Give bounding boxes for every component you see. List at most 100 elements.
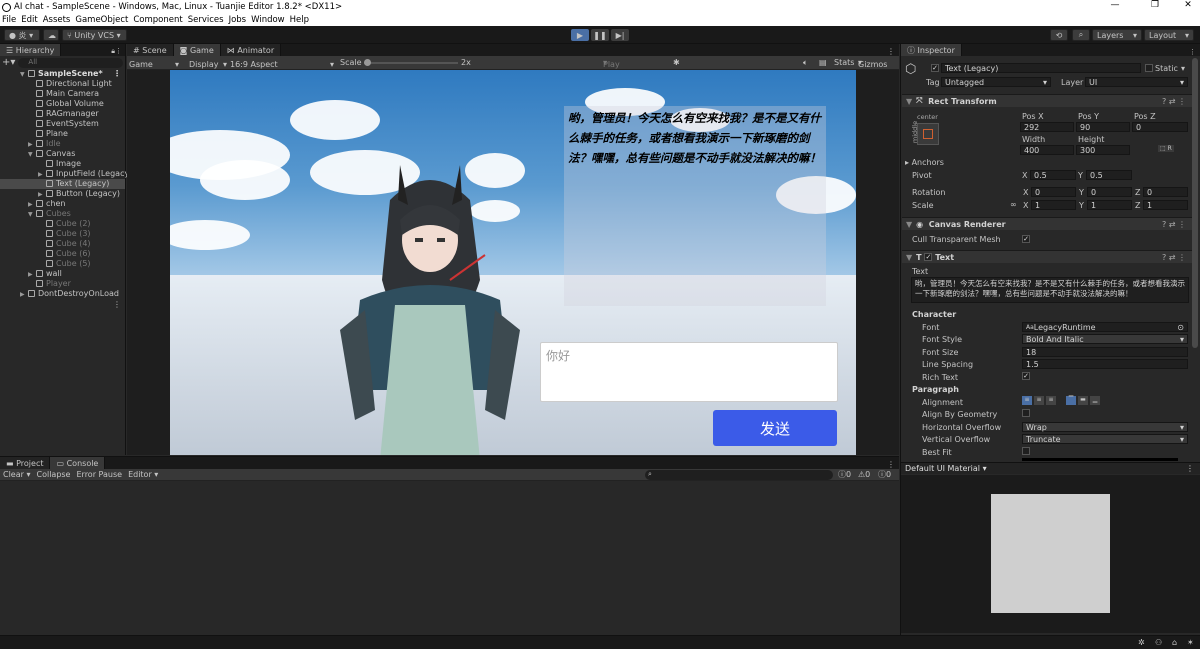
tree-item[interactable]: ▶ Idle <box>20 139 125 149</box>
tree-item[interactable]: ▶ chen <box>20 199 125 209</box>
blueprint-mode-button[interactable]: ⬚ R <box>1158 145 1174 152</box>
text-enabled-checkbox[interactable]: ✓ <box>924 253 933 261</box>
tree-item[interactable]: ▶ InputField (Legacy) <box>20 169 132 179</box>
undo-history-button[interactable]: ⟲ <box>1050 29 1068 41</box>
tab-console[interactable]: ▭ Console <box>50 457 106 469</box>
scale-slider-handle[interactable] <box>364 59 371 66</box>
canvas-renderer-header[interactable]: ▼ ◉ Canvas Renderer ? ⇄ ⋮ <box>902 217 1192 230</box>
tab-scene[interactable]: # Scene <box>127 44 174 56</box>
cloud-button[interactable]: ☁ <box>43 29 59 41</box>
tree-item-dontdestroy[interactable]: ▶ DontDestroyOnLoad ⋮ <box>0 289 125 309</box>
tree-item[interactable]: Directional Light <box>20 79 125 89</box>
font-size-field[interactable]: 18 <box>1022 347 1188 357</box>
bug-icon[interactable]: ✱ <box>673 58 680 67</box>
pos-y-field[interactable]: 90 <box>1076 122 1130 132</box>
tab-inspector[interactable]: ⓘ Inspector <box>901 44 962 56</box>
component-options-icon[interactable]: ? ⇄ ⋮ <box>1162 220 1186 229</box>
tree-item[interactable]: RAGmanager <box>20 109 125 119</box>
v-overflow-dropdown[interactable]: Truncate ▾ <box>1022 434 1188 444</box>
editor-dropdown[interactable]: Editor ▾ <box>128 470 158 479</box>
menu-gameobject[interactable]: GameObject <box>75 15 128 25</box>
rotation-y-field[interactable]: 0 <box>1087 187 1132 197</box>
inspector-scrollbar[interactable] <box>1192 58 1198 348</box>
tree-item[interactable]: Cube (4) <box>20 239 125 249</box>
menu-help[interactable]: Help <box>290 15 309 25</box>
hierarchy-search-input[interactable]: All <box>18 57 123 68</box>
play-focused-dropdown[interactable]: Play Focused ▾ <box>603 58 636 78</box>
pivot-y-field[interactable]: 0.5 <box>1086 170 1132 180</box>
tree-item-selected[interactable]: Text (Legacy) <box>0 179 125 189</box>
tree-item[interactable]: Cube (6) <box>20 249 125 259</box>
tree-item[interactable]: Plane <box>20 129 125 139</box>
width-field[interactable]: 400 <box>1020 145 1074 155</box>
text-component-header[interactable]: ▼ T ✓ Text ? ⇄ ⋮ <box>902 250 1192 263</box>
tree-item[interactable]: Main Camera <box>20 89 125 99</box>
tree-item-canvas[interactable]: ▼ Canvas <box>20 149 125 159</box>
align-top-button[interactable]: ▔ <box>1066 396 1076 405</box>
line-spacing-field[interactable]: 1.5 <box>1022 359 1188 369</box>
tree-item[interactable]: Global Volume <box>20 99 125 109</box>
menu-window[interactable]: Window <box>251 15 285 25</box>
gizmos-dropdown[interactable]: Gizmos ▾ <box>858 58 887 69</box>
scale-slider[interactable] <box>364 62 458 64</box>
panel-menu-icon[interactable]: ⋮ <box>883 460 899 469</box>
menu-component[interactable]: Component <box>133 15 182 25</box>
object-picker-icon[interactable]: ⊙ <box>1177 323 1184 332</box>
best-fit-checkbox[interactable] <box>1022 447 1030 455</box>
warning-count[interactable]: ⚠0 <box>858 470 870 479</box>
play-button[interactable]: ▶ <box>571 29 589 41</box>
layout-dropdown[interactable]: Layout ▾ <box>1144 29 1194 41</box>
align-right-button[interactable]: ≡ <box>1046 396 1056 405</box>
anchor-preset-button[interactable] <box>917 123 939 145</box>
progress-icon[interactable]: ✲ <box>1138 638 1145 647</box>
align-center-button[interactable]: ≡ <box>1034 396 1044 405</box>
frame-icon[interactable]: ▤ <box>819 58 827 67</box>
tree-item[interactable]: Cube (5) <box>20 259 125 269</box>
font-style-dropdown[interactable]: Bold And Italic ▾ <box>1022 334 1188 344</box>
send-button[interactable]: 发送 <box>713 410 837 446</box>
info-count[interactable]: ⓘ0 <box>838 469 851 480</box>
align-geometry-checkbox[interactable] <box>1022 409 1030 417</box>
material-preview-header[interactable]: Default UI Material ▾ ⋮ <box>901 462 1200 474</box>
stats-button[interactable]: Stats <box>834 58 854 67</box>
tree-item[interactable]: Cube (3) <box>20 229 125 239</box>
rich-text-checkbox[interactable]: ✓ <box>1022 372 1030 380</box>
clear-button[interactable]: Clear ▾ <box>3 470 30 479</box>
align-left-button[interactable]: ≡ <box>1022 396 1032 405</box>
active-checkbox[interactable]: ✓ <box>931 64 939 72</box>
rect-transform-header[interactable]: ▼ ⤧ Rect Transform ? ⇄ ⋮ <box>902 94 1192 107</box>
tab-hierarchy[interactable]: ☰ Hierarchy <box>0 44 62 56</box>
debug-icon[interactable]: ✶ <box>1187 638 1194 647</box>
layer-dropdown[interactable]: UI ▾ <box>1085 77 1188 87</box>
static-dropdown[interactable]: ▾ <box>1181 64 1185 73</box>
static-checkbox[interactable] <box>1145 64 1153 72</box>
scale-x-field[interactable]: 1 <box>1031 200 1076 210</box>
step-button[interactable]: ▶| <box>611 29 629 41</box>
menu-services[interactable]: Services <box>188 15 224 25</box>
network-icon[interactable]: ⚇ <box>1155 638 1162 647</box>
text-content-area[interactable]: 哟，管理员！今天怎么有空来找我？是不是又有什么棘手的任务，或者想看我演示一下新琢… <box>911 277 1189 303</box>
minimize-button[interactable]: — <box>1105 0 1125 10</box>
object-name-field[interactable]: Text (Legacy) <box>941 63 1141 73</box>
search-button[interactable]: ⌕ <box>1072 29 1090 41</box>
pause-button[interactable]: ❚❚ <box>591 29 609 41</box>
layers-dropdown[interactable]: Layers ▾ <box>1092 29 1142 41</box>
h-overflow-dropdown[interactable]: Wrap ▾ <box>1022 422 1188 432</box>
menu-jobs[interactable]: Jobs <box>229 15 247 25</box>
font-field[interactable]: Aa LegacyRuntime ⊙ <box>1022 322 1188 332</box>
menu-edit[interactable]: Edit <box>21 15 37 25</box>
menu-file[interactable]: File <box>2 15 16 25</box>
pos-x-field[interactable]: 292 <box>1020 122 1074 132</box>
tree-item[interactable]: ▶ Button (Legacy) <box>20 189 125 199</box>
game-viewport[interactable]: 哟，管理员！今天怎么有空来找我？是不是又有什么棘手的任务，或者想看我演示一下新琢… <box>170 70 856 455</box>
component-options-icon[interactable]: ? ⇄ ⋮ <box>1162 253 1186 262</box>
error-pause-button[interactable]: Error Pause <box>76 470 122 479</box>
vcs-dropdown[interactable]: ⑂ Unity VCS ▾ <box>62 29 127 41</box>
panel-menu-icon[interactable]: ⋮ <box>883 47 899 56</box>
height-field[interactable]: 300 <box>1076 145 1130 155</box>
tree-item[interactable]: ▶ wall <box>20 269 125 279</box>
tab-animator[interactable]: ⋈ Animator <box>220 44 282 56</box>
chat-input[interactable]: 你好 <box>540 342 838 402</box>
scale-z-field[interactable]: 1 <box>1143 200 1188 210</box>
account-button[interactable]: ● 炎 ▾ <box>4 29 40 41</box>
